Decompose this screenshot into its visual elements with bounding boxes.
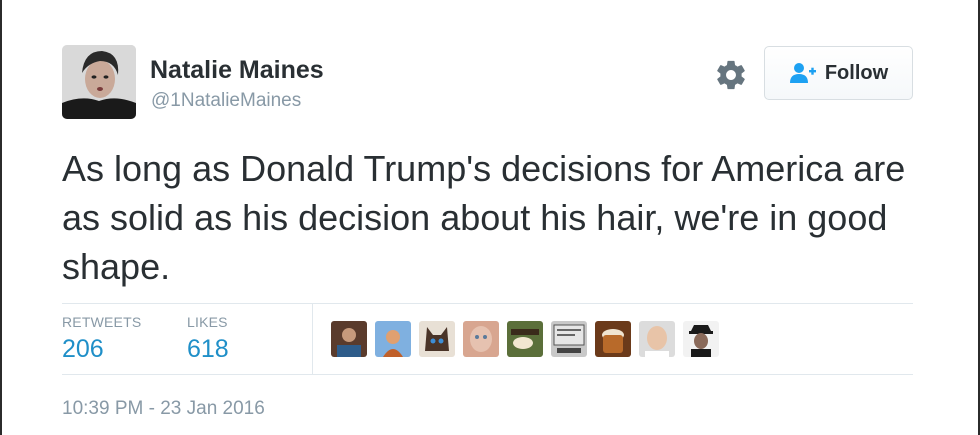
liker-avatar-6[interactable]: [551, 321, 587, 357]
add-user-icon: [789, 62, 817, 84]
retweets-label: RETWEETS: [62, 314, 142, 330]
divider-vertical: [312, 304, 313, 374]
follow-label: Follow: [824, 61, 889, 84]
liker-avatar-5[interactable]: [507, 321, 543, 357]
gear-icon[interactable]: [714, 58, 748, 92]
liker-avatar-4[interactable]: [463, 321, 499, 357]
author-name[interactable]: Natalie Maines: [150, 56, 324, 85]
retweets-stat[interactable]: RETWEETS 206: [62, 314, 141, 364]
liker-avatar-1[interactable]: [331, 321, 367, 357]
likes-stat[interactable]: LIKES 618: [187, 314, 229, 364]
liker-avatars: [331, 321, 719, 357]
liker-avatar-7[interactable]: [595, 321, 631, 357]
divider-top: [62, 303, 913, 304]
liker-avatar-2[interactable]: [375, 321, 411, 357]
author-avatar[interactable]: [62, 45, 136, 119]
liker-avatar-8[interactable]: [639, 321, 675, 357]
follow-button[interactable]: Follow: [764, 46, 913, 100]
tweet-timestamp[interactable]: 10:39 PM - 23 Jan 2016: [62, 398, 265, 420]
liker-avatar-3[interactable]: [419, 321, 455, 357]
author-handle[interactable]: @1NatalieMaines: [151, 90, 301, 112]
likes-label: LIKES: [187, 314, 228, 330]
retweets-count: 206: [62, 335, 104, 363]
likes-count: 618: [187, 335, 229, 363]
liker-avatar-9[interactable]: [683, 321, 719, 357]
divider-bottom: [62, 374, 913, 375]
tweet-text: As long as Donald Trump's decisions for …: [62, 148, 906, 287]
window-border-left: [0, 0, 2, 435]
